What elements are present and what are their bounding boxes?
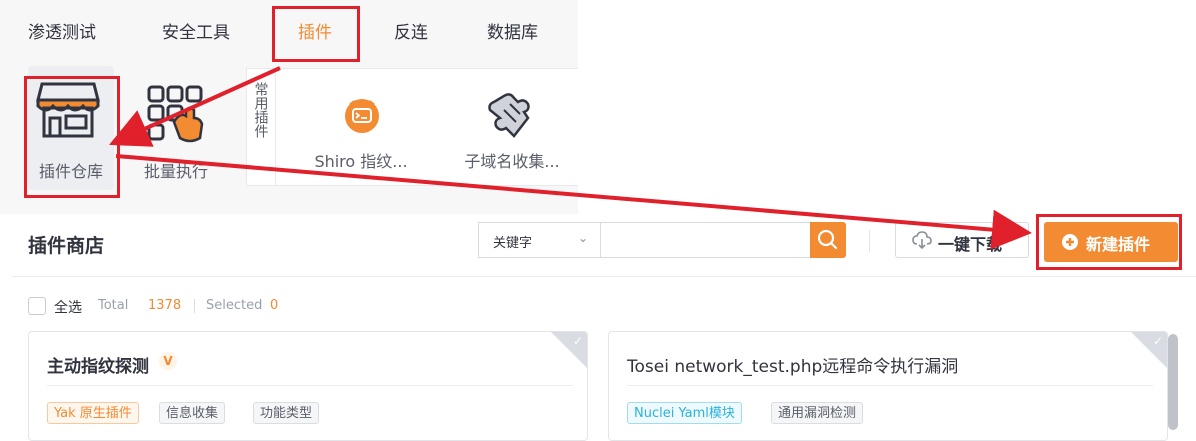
annotation-arrows (109, 66, 1032, 250)
